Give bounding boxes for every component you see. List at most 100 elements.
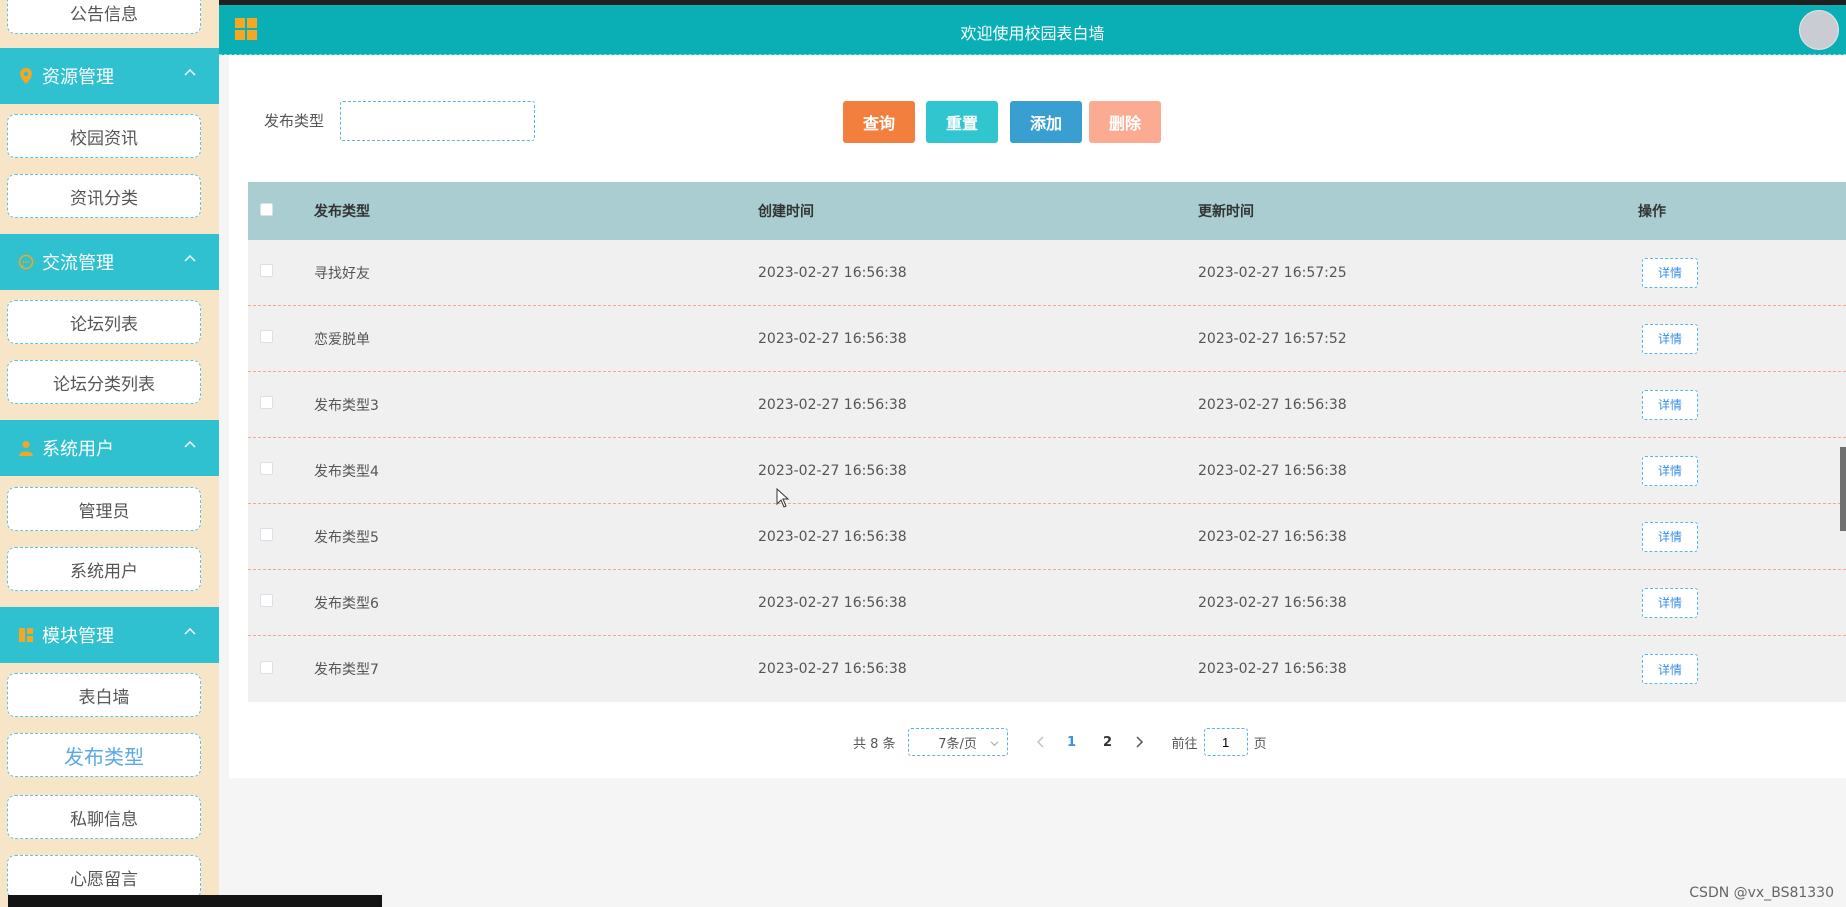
- main-panel: 发布类型 查询 重置 添加 删除 发布类型 创建时间 更新时间 操作 寻找好友 …: [229, 56, 1846, 778]
- next-page-button[interactable]: [1126, 736, 1152, 748]
- cell-created: 2023-02-27 16:56:38: [758, 462, 907, 479]
- sidebar: 公告信息 资源管理 校园资讯 资讯分类 交流管理 论坛列表 论坛分类列表 系统用…: [0, 0, 219, 907]
- sidebar-group-modules[interactable]: 模块管理: [0, 607, 219, 663]
- chevron-left-icon: [1036, 736, 1044, 748]
- table-header: 发布类型 创建时间 更新时间 操作: [248, 182, 1846, 240]
- avatar[interactable]: [1799, 10, 1839, 50]
- row-checkbox[interactable]: [260, 594, 273, 607]
- table-row: 发布类型4 2023-02-27 16:56:38 2023-02-27 16:…: [248, 438, 1846, 504]
- row-checkbox[interactable]: [260, 264, 273, 277]
- chevron-up-icon: [184, 68, 196, 76]
- detail-button[interactable]: 详情: [1642, 654, 1698, 684]
- row-checkbox[interactable]: [260, 660, 273, 674]
- cell-updated: 2023-02-27 16:56:38: [1198, 661, 1347, 677]
- sidebar-group-label: 交流管理: [42, 253, 114, 274]
- row-checkbox[interactable]: [260, 396, 273, 409]
- cell-created: 2023-02-27 16:56:38: [758, 330, 907, 347]
- chevron-up-icon: [184, 440, 196, 448]
- chevron-right-icon: [1136, 736, 1143, 748]
- pagination-total: 共 8 条: [853, 736, 896, 752]
- top-bar: 欢迎使用校园表白墙: [219, 0, 1846, 55]
- cell-updated: 2023-02-27 16:56:38: [1198, 528, 1347, 545]
- table-row: 发布类型7 2023-02-27 16:56:38 2023-02-27 16:…: [248, 636, 1846, 702]
- sidebar-group-communication[interactable]: 交流管理: [0, 234, 219, 290]
- taskbar-strip: [8, 895, 382, 907]
- cell-updated: 2023-02-27 16:56:38: [1198, 462, 1347, 479]
- detail-button[interactable]: 详情: [1642, 257, 1698, 288]
- cell-created: 2023-02-27 16:56:38: [758, 528, 907, 545]
- chevron-down-icon: [990, 741, 999, 747]
- sidebar-group-resources[interactable]: 资源管理: [0, 48, 219, 104]
- sidebar-group-label: 模块管理: [42, 626, 114, 647]
- sidebar-item-private-messages[interactable]: 私聊信息: [7, 795, 201, 839]
- page-size-select[interactable]: 7条/页: [907, 728, 1008, 756]
- cell-updated: 2023-02-27 16:57:25: [1198, 264, 1347, 281]
- select-all-checkbox[interactable]: [260, 202, 273, 216]
- goto-suffix: 页: [1253, 736, 1267, 752]
- detail-button[interactable]: 详情: [1642, 455, 1698, 486]
- user-icon: [18, 440, 34, 456]
- sidebar-group-label: 系统用户: [42, 439, 114, 460]
- watermark: CSDN @vx_BS81330: [1689, 885, 1834, 901]
- page-number-2[interactable]: 2: [1090, 735, 1126, 750]
- delete-button[interactable]: 删除: [1089, 101, 1161, 143]
- detail-button[interactable]: 详情: [1642, 521, 1698, 552]
- goto-page-input[interactable]: [1203, 728, 1248, 756]
- sidebar-item-forum-list[interactable]: 论坛列表: [7, 300, 201, 344]
- cell-type: 发布类型3: [314, 397, 379, 414]
- detail-button[interactable]: 详情: [1642, 389, 1698, 420]
- cell-created: 2023-02-27 16:56:38: [758, 661, 907, 677]
- table-row: 恋爱脱单 2023-02-27 16:56:38 2023-02-27 16:5…: [248, 306, 1846, 372]
- table-row: 发布类型3 2023-02-27 16:56:38 2023-02-27 16:…: [248, 372, 1846, 438]
- row-checkbox[interactable]: [260, 462, 273, 475]
- detail-button[interactable]: 详情: [1642, 587, 1698, 618]
- modules-icon: [18, 627, 34, 643]
- scrollbar-thumb[interactable]: [1840, 447, 1846, 531]
- data-table: 发布类型 创建时间 更新时间 操作 寻找好友 2023-02-27 16:56:…: [248, 182, 1846, 702]
- cell-type: 发布类型6: [314, 595, 379, 612]
- cell-type: 发布类型5: [314, 529, 379, 546]
- sidebar-item-wish-messages[interactable]: 心愿留言: [7, 855, 201, 899]
- chevron-up-icon: [184, 254, 196, 262]
- cell-created: 2023-02-27 16:56:38: [758, 396, 907, 413]
- sidebar-item-forum-category-list[interactable]: 论坛分类列表: [7, 360, 201, 404]
- add-button[interactable]: 添加: [1010, 101, 1082, 143]
- cell-updated: 2023-02-27 16:57:52: [1198, 330, 1347, 347]
- sidebar-item-post-type[interactable]: 发布类型: [7, 733, 201, 777]
- sidebar-item-system-user[interactable]: 系统用户: [7, 547, 201, 591]
- chat-bubble-icon: [18, 254, 34, 270]
- sidebar-group-system-users[interactable]: 系统用户: [0, 420, 219, 476]
- row-checkbox[interactable]: [260, 330, 273, 343]
- pagination: 共 8 条 7条/页 1 2 前往 页: [853, 727, 1267, 757]
- table-row: 发布类型6 2023-02-27 16:56:38 2023-02-27 16:…: [248, 570, 1846, 636]
- sidebar-item-news-category[interactable]: 资讯分类: [7, 174, 201, 218]
- reset-button[interactable]: 重置: [926, 101, 998, 143]
- row-checkbox[interactable]: [260, 528, 273, 541]
- query-button[interactable]: 查询: [843, 101, 915, 143]
- sidebar-item-admin[interactable]: 管理员: [7, 487, 201, 531]
- column-header-actions: 操作: [1638, 204, 1666, 220]
- cell-created: 2023-02-27 16:56:38: [758, 594, 907, 611]
- cell-type: 发布类型4: [314, 463, 379, 480]
- table-row: 寻找好友 2023-02-27 16:56:38 2023-02-27 16:5…: [248, 240, 1846, 306]
- goto-label: 前往: [1171, 736, 1198, 752]
- site-title: 欢迎使用校园表白墙: [960, 24, 1105, 43]
- table-row: 发布类型5 2023-02-27 16:56:38 2023-02-27 16:…: [248, 504, 1846, 570]
- cell-updated: 2023-02-27 16:56:38: [1198, 594, 1347, 611]
- column-header-type: 发布类型: [314, 204, 370, 220]
- sidebar-item-announcements[interactable]: 公告信息: [7, 0, 201, 34]
- cell-updated: 2023-02-27 16:56:38: [1198, 396, 1347, 413]
- sidebar-group-label: 资源管理: [42, 67, 114, 88]
- column-header-updated: 更新时间: [1198, 204, 1254, 220]
- cell-type: 发布类型7: [314, 662, 379, 678]
- sidebar-item-confession-wall[interactable]: 表白墙: [7, 673, 201, 717]
- search-input[interactable]: [340, 101, 535, 141]
- location-pin-icon: [18, 68, 34, 84]
- page-size-value: 7条/页: [938, 736, 977, 752]
- prev-page-button[interactable]: [1028, 736, 1054, 748]
- sidebar-item-campus-news[interactable]: 校园资讯: [7, 114, 201, 158]
- page-number-1[interactable]: 1: [1054, 735, 1090, 750]
- detail-button[interactable]: 详情: [1642, 323, 1698, 354]
- column-header-created: 创建时间: [758, 204, 814, 220]
- window-top-border: [219, 0, 1846, 5]
